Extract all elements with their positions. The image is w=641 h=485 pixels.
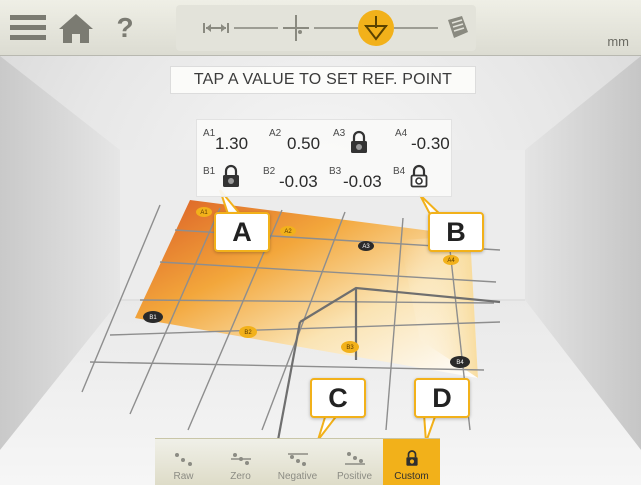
mode-bar: Raw Zero Negative Positive Custom [155,438,440,485]
point-b4[interactable]: B4 [450,356,470,368]
mode-negative-label: Negative [277,471,318,482]
svg-text:A1: A1 [200,210,208,216]
measure-span-icon [203,23,229,33]
mode-zero-button[interactable]: Zero [212,439,269,485]
point-a2[interactable]: A2 [280,226,296,236]
reference-point-icon [363,16,389,41]
menu-button[interactable] [8,8,48,48]
step-measure-span[interactable] [198,10,234,46]
positive-mode-icon [344,452,365,465]
point-a1[interactable]: A1 [196,207,212,217]
value-b4-label: B4 [393,166,406,177]
value-a4-label: A4 [395,128,408,139]
mode-raw-button[interactable]: Raw [155,439,212,485]
value-b2[interactable]: -0.03 [279,172,318,192]
lock-closed-icon [405,450,418,466]
units-label: mm [607,34,629,49]
value-b2-label: B2 [263,166,276,177]
step-reference-point[interactable] [358,10,394,46]
value-a4[interactable]: -0.30 [411,134,450,154]
mode-custom-label: Custom [394,471,429,482]
report-icon [448,16,468,38]
mode-positive-button[interactable]: Positive [326,439,383,485]
mode-zero-label: Zero [230,471,251,482]
instruction-banner: TAP A VALUE TO SET REF. POINT [170,66,476,94]
point-b2[interactable]: B2 [239,326,257,338]
home-button[interactable] [56,8,96,48]
value-b3[interactable]: -0.03 [343,172,382,192]
point-b3[interactable]: B3 [341,341,359,353]
value-a1[interactable]: 1.30 [215,134,248,154]
svg-text:B4: B4 [456,360,464,366]
zero-mode-icon [230,453,251,465]
mode-custom-button[interactable]: Custom [383,439,440,485]
callout-b: B [428,212,484,252]
mode-negative-button[interactable]: Negative [269,439,326,485]
svg-text:B1: B1 [149,315,157,321]
svg-text:B3: B3 [346,345,354,351]
callout-c: C [310,378,366,418]
help-button[interactable]: ? [110,8,140,48]
app-screen: A1 A2 A3 A4 B1 B2 B3 B4 ? mm TAP A VALUE… [0,0,641,485]
step-crosshair[interactable] [278,10,314,46]
svg-text:A3: A3 [362,244,370,250]
value-a2[interactable]: 0.50 [287,134,320,154]
value-a3-label: A3 [333,128,346,139]
value-a1-label: A1 [203,128,216,139]
callout-d: D [414,378,470,418]
step-report[interactable] [438,10,474,46]
mode-positive-label: Positive [336,471,372,482]
hamburger-menu-icon [10,15,46,40]
point-a4[interactable]: A4 [443,255,459,265]
svg-text:A4: A4 [447,258,455,264]
workflow-steps [176,5,476,51]
value-b1-label: B1 [203,166,216,177]
measurement-values-panel: A1 1.30 A2 0.50 A3 A4 -0.30 B1 B2 -0.03 … [196,119,452,197]
raw-mode-icon [174,453,192,466]
value-a2-label: A2 [269,128,282,139]
home-icon [59,14,93,43]
top-toolbar: ? mm [0,0,641,56]
point-a3[interactable]: A3 [358,241,374,251]
lock-closed-icon[interactable] [221,164,241,188]
crosshair-icon [283,15,309,41]
lock-closed-icon[interactable] [349,130,369,154]
mode-raw-label: Raw [173,471,194,482]
svg-text:B2: B2 [244,330,252,336]
lock-open-icon[interactable] [409,164,429,188]
callout-a: A [214,212,270,252]
point-b1[interactable]: B1 [143,311,163,323]
negative-mode-icon [287,453,308,466]
value-b3-label: B3 [329,166,342,177]
svg-text:A2: A2 [284,229,292,235]
